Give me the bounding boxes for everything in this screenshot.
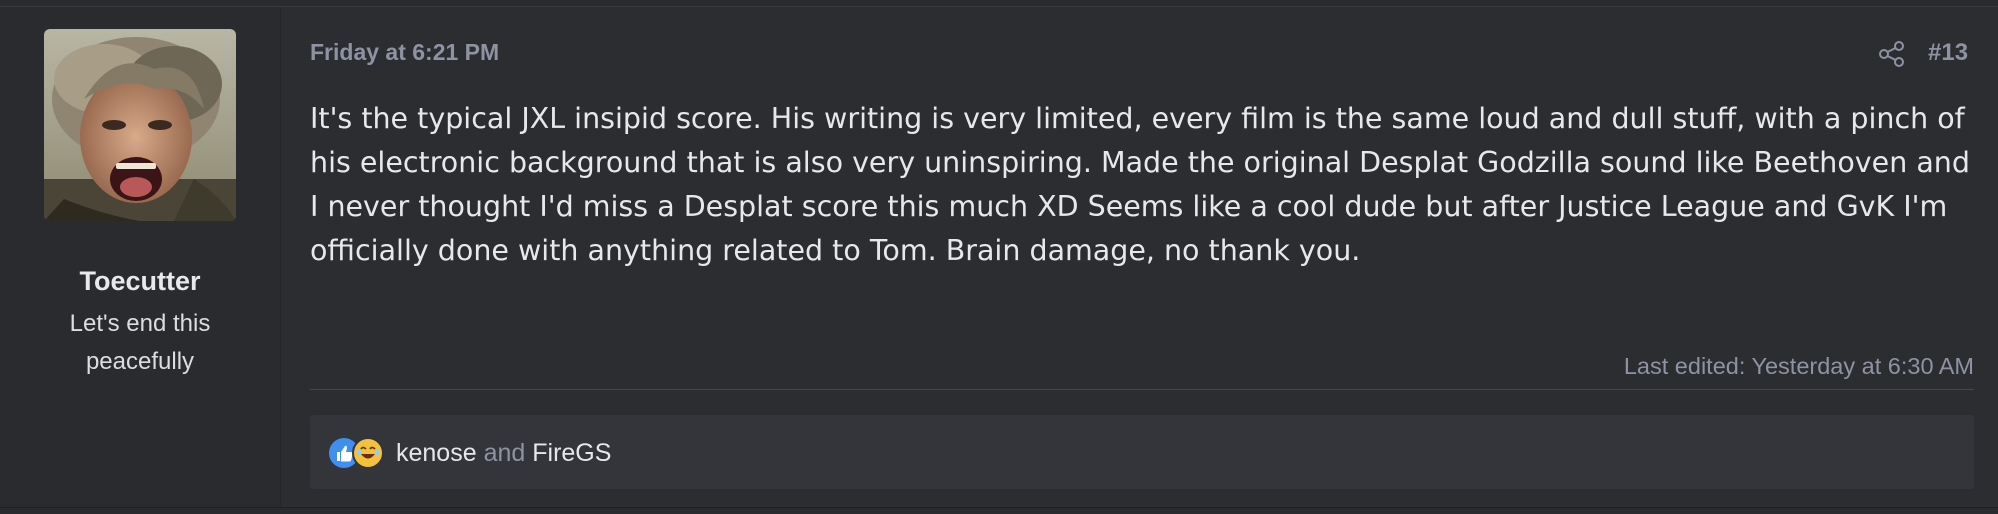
post-number-link[interactable]: #13 xyxy=(1928,39,1968,67)
message-user-panel: Toecutter Let's end this peacefully xyxy=(0,7,281,507)
share-icon[interactable] xyxy=(1878,40,1906,68)
avatar-image xyxy=(44,29,236,221)
reactions-bar: kenose and FireGS xyxy=(310,415,1974,489)
user-avatar[interactable] xyxy=(44,29,236,221)
haha-icon xyxy=(352,437,384,469)
reaction-user-link[interactable]: FireGS xyxy=(532,439,611,467)
reaction-and-text: and xyxy=(483,439,526,467)
username-link[interactable]: Toecutter xyxy=(0,266,280,297)
reaction-list: kenose and FireGS xyxy=(396,439,611,468)
last-edited-note: Last edited: Yesterday at 6:30 AM xyxy=(1623,353,1974,379)
post-date-link[interactable]: Friday at 6:21 PM xyxy=(310,39,499,66)
user-title: Let's end this peacefully xyxy=(69,310,211,375)
reaction-icons xyxy=(328,437,398,469)
message-main: Friday at 6:21 PM #13 It's the typical J… xyxy=(310,7,1974,507)
reaction-user-link[interactable]: kenose xyxy=(396,439,477,467)
divider xyxy=(310,389,1974,390)
post-body-text: It's the typical JXL insipid score. His … xyxy=(310,102,1970,267)
message-post: Toecutter Let's end this peacefully Frid… xyxy=(0,6,1998,508)
